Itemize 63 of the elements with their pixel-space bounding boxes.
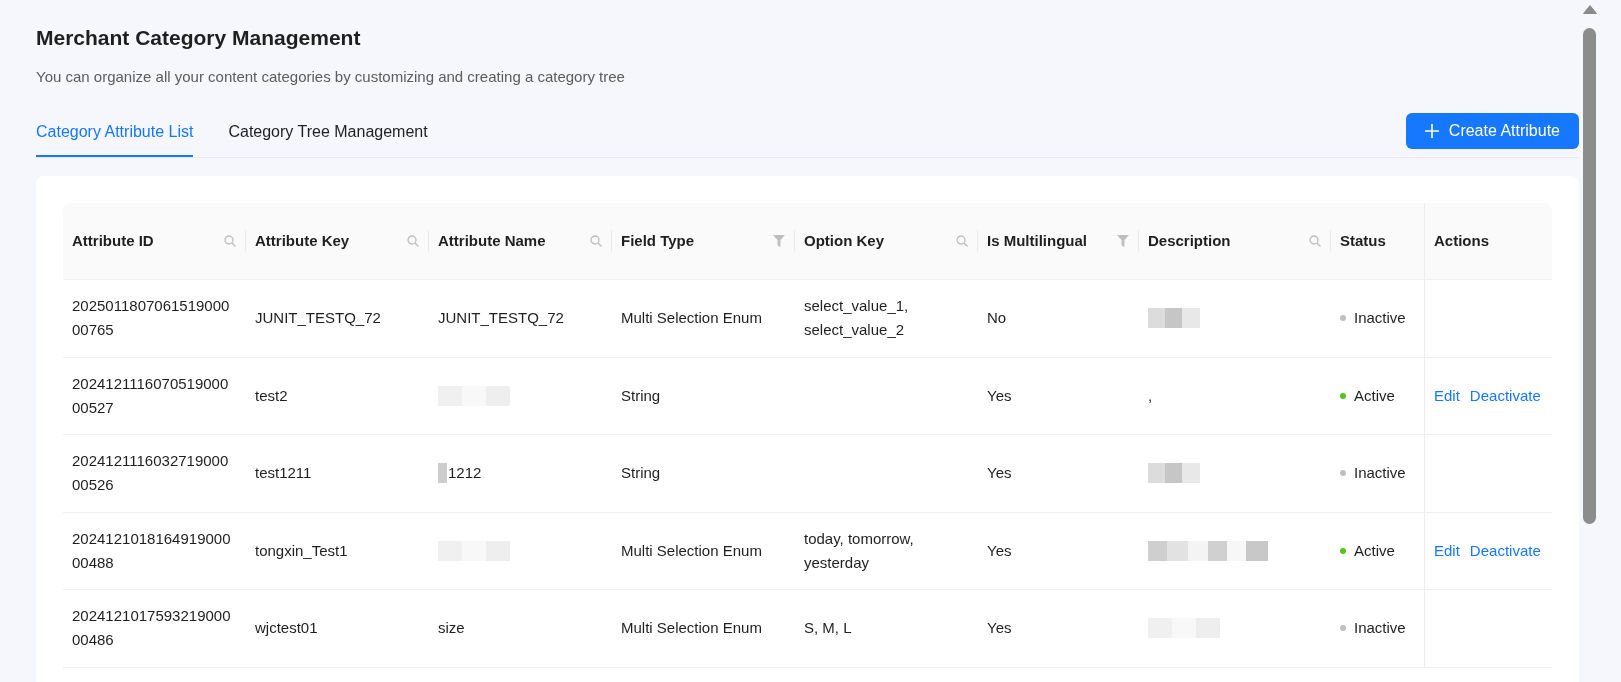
tab[interactable]: Category Attribute List [36, 113, 194, 157]
column-header: Description [1148, 231, 1231, 251]
create-attribute-button[interactable]: Create Attribute [1405, 113, 1579, 149]
scroll-up-arrow-icon[interactable] [1582, 5, 1597, 14]
action-link[interactable]: Deactivate [1469, 538, 1541, 563]
table-cell-text: Yes [987, 463, 1012, 484]
column-header: Actions [1434, 231, 1489, 251]
search-icon[interactable] [224, 235, 236, 247]
status-label: Inactive [1354, 463, 1406, 484]
status-label: Inactive [1354, 308, 1406, 329]
table-cell-text: Multi Selection Enum [621, 540, 762, 561]
table-cell-text: S, M, L [804, 618, 852, 639]
table-cell-text: today, tomorrow, yesterday [804, 528, 915, 573]
column-header: Is Multilingual [987, 231, 1087, 251]
table-cell-text: 202412101816491900000488 [72, 528, 232, 573]
action-link[interactable]: Edit [1434, 383, 1460, 408]
status-label: Inactive [1354, 618, 1406, 639]
filter-icon[interactable] [1117, 235, 1129, 247]
redaction-block [1148, 308, 1200, 329]
table-cell-text: wjctest01 [255, 618, 318, 639]
status-label: Active [1354, 385, 1395, 406]
table-cell-text: String [621, 385, 661, 406]
search-icon[interactable] [590, 235, 602, 247]
table-cell-text: tongxin_Test1 [255, 540, 348, 561]
action-link[interactable]: Edit [1434, 538, 1460, 563]
table-cell-text: 1212 [448, 463, 482, 484]
search-icon[interactable] [407, 235, 419, 247]
redaction-block [438, 463, 447, 484]
page-title: Merchant Category Management [36, 25, 361, 51]
table-cell-text: test1211 [255, 463, 312, 484]
column-header: Attribute Name [438, 231, 546, 251]
table-cell-text: Multi Selection Enum [621, 308, 762, 329]
scrollbar-thumb[interactable] [1583, 28, 1596, 524]
table-cell-text: 202412111603271900000526 [72, 451, 230, 496]
action-link[interactable]: Deactivate [1469, 383, 1541, 408]
table-cell-text: test2 [255, 385, 288, 406]
filter-icon[interactable] [773, 235, 785, 247]
table-cell-text: String [621, 463, 661, 484]
search-icon[interactable] [1309, 235, 1321, 247]
table-cell-text: Yes [987, 540, 1012, 561]
table-cell-text: 202412101759321900000486 [72, 606, 232, 651]
table-cell-text: JUNIT_TESTQ_72 [255, 308, 381, 329]
column-header: Attribute Key [255, 231, 350, 251]
table-cell-text: 202412111607051900000527 [72, 373, 230, 418]
column-header: Status [1340, 231, 1386, 251]
table-cell-text: No [987, 308, 1007, 329]
status-label: Active [1354, 540, 1395, 561]
table-cell-text: 202501180706151900000765 [72, 296, 231, 341]
plus-icon [1424, 124, 1439, 138]
table-cell-text: select_value_1, select_value_2 [804, 296, 910, 341]
table-cell-text: Multi Selection Enum [621, 618, 762, 639]
table-cell-text: , [1148, 385, 1153, 406]
tab[interactable]: Category Tree Management [228, 113, 428, 157]
table-cell-text: Yes [987, 618, 1012, 639]
table-cell-text: Yes [987, 385, 1012, 406]
search-icon[interactable] [956, 235, 968, 247]
redaction-block [1148, 463, 1200, 484]
table-cell-text: size [438, 618, 465, 639]
page-description: You can organize all your content categories by customizing and creating a category tree [36, 67, 625, 87]
table-cell-text: JUNIT_TESTQ_72 [438, 308, 564, 329]
column-header: Attribute ID [72, 231, 154, 251]
column-header: Field Type [621, 231, 695, 251]
column-header: Option Key [804, 231, 884, 251]
